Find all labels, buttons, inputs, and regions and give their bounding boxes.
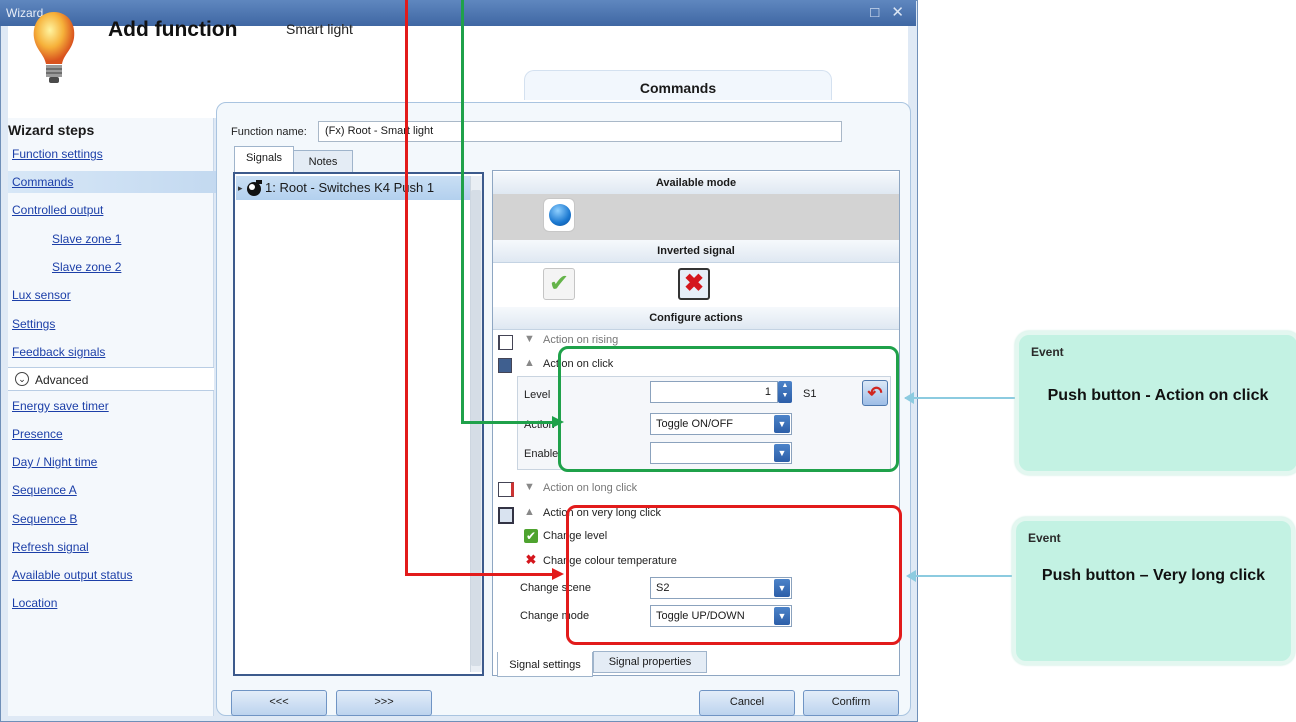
step-controlled-output[interactable]: Controlled output — [12, 199, 212, 221]
green-annotation-line — [461, 421, 553, 424]
step-slave-zone-2[interactable]: Slave zone 2 — [52, 256, 202, 278]
inverted-no-x-icon[interactable]: ✖ — [678, 268, 710, 300]
callout-action-on-click: Event Push button - Action on click — [1015, 331, 1296, 475]
step-refresh-signal[interactable]: Refresh signal — [12, 536, 212, 558]
signals-list[interactable] — [233, 172, 484, 676]
push-button-mode-icon[interactable] — [543, 198, 575, 232]
callout-event-label: Event — [1031, 345, 1064, 359]
step-commands[interactable]: Commands — [8, 171, 218, 193]
confirm-button[interactable]: Confirm — [803, 690, 899, 716]
step-settings[interactable]: Settings — [12, 313, 212, 335]
inverted-yes-check-icon[interactable]: ✔ — [543, 268, 575, 300]
function-name-input[interactable]: (Fx) Root - Smart light — [318, 121, 842, 142]
callout-text: Push button – Very long click — [1041, 567, 1266, 584]
enable-label: Enable — [524, 448, 559, 460]
chevron-down-icon: ⌄ — [15, 372, 29, 386]
step-energy-save-timer[interactable]: Energy save timer — [12, 395, 212, 417]
tab-commands[interactable]: Commands — [524, 70, 832, 100]
level-label: Level — [524, 389, 551, 401]
red-arrow-icon — [552, 568, 564, 580]
step-day-night-time[interactable]: Day / Night time — [12, 451, 212, 473]
step-presence[interactable]: Presence — [12, 423, 212, 445]
page-title: Add function — [108, 18, 238, 41]
green-annotation-line — [461, 0, 464, 424]
signal-list-item[interactable]: ▸ 1: Root - Switches K4 Push 1 — [236, 176, 470, 200]
callout-arrow-icon — [904, 392, 914, 404]
action-on-long-click-label: Action on long click — [543, 482, 638, 494]
step-location[interactable]: Location — [12, 592, 212, 614]
function-name-label: Function name: — [231, 126, 307, 138]
push-button-icon — [247, 180, 262, 196]
expand-arrow-icon: ▸ — [238, 183, 243, 193]
callout-very-long-click: Event Push button – Very long click — [1012, 517, 1295, 665]
step-sequence-b[interactable]: Sequence B — [12, 508, 212, 530]
red-annotation-line — [405, 573, 555, 576]
next-button[interactable]: >>> — [336, 690, 432, 716]
signal-name: 1: Root - Switches K4 Push 1 — [265, 180, 435, 195]
wizard-steps-title: Wizard steps — [8, 122, 95, 138]
step-function-settings[interactable]: Function settings — [12, 143, 212, 165]
red-annotation-line — [405, 0, 408, 576]
callout-connector — [908, 575, 1016, 577]
window-controls[interactable]: □ ✕ — [870, 3, 908, 21]
collapse-very-long-click-icon[interactable]: ▲ — [524, 506, 535, 518]
tab-signal-properties[interactable]: Signal properties — [593, 651, 707, 673]
change-level-checkbox[interactable]: ✔ — [524, 529, 538, 543]
change-colour-checkbox[interactable]: ✖ — [524, 553, 538, 567]
cancel-button[interactable]: Cancel — [699, 690, 795, 716]
callout-arrow-icon — [906, 570, 916, 582]
very-long-click-icon — [498, 507, 514, 524]
click-icon — [498, 358, 512, 373]
collapse-click-icon[interactable]: ▲ — [524, 357, 535, 369]
step-available-output-status[interactable]: Available output status — [12, 564, 212, 586]
advanced-toggle[interactable]: ⌄ Advanced — [8, 367, 214, 391]
callout-text: Push button - Action on click — [1047, 387, 1269, 404]
red-highlight-box — [566, 505, 902, 645]
page-subtitle: Smart light — [286, 21, 353, 37]
inverted-signal-header: Inverted signal — [493, 240, 899, 263]
callout-event-label: Event — [1028, 531, 1061, 545]
expand-rising-icon[interactable]: ▼ — [524, 333, 535, 345]
step-lux-sensor[interactable]: Lux sensor — [12, 284, 212, 306]
action-on-rising-label: Action on rising — [543, 334, 619, 346]
tab-signal-settings[interactable]: Signal settings — [497, 652, 593, 677]
available-mode-header: Available mode — [493, 172, 899, 195]
rising-edge-icon — [498, 335, 513, 350]
configure-actions-header: Configure actions — [493, 307, 899, 330]
step-sequence-a[interactable]: Sequence A — [12, 479, 212, 501]
green-highlight-box — [558, 346, 899, 472]
step-feedback-signals[interactable]: Feedback signals — [12, 341, 212, 363]
tab-notes[interactable]: Notes — [293, 150, 353, 172]
light-bulb-icon — [30, 8, 78, 88]
callout-connector — [905, 397, 1017, 399]
step-slave-zone-1[interactable]: Slave zone 1 — [52, 228, 202, 250]
advanced-label: Advanced — [35, 373, 89, 387]
long-click-icon — [498, 482, 514, 497]
tab-signals[interactable]: Signals — [234, 146, 294, 172]
expand-long-click-icon[interactable]: ▼ — [524, 481, 535, 493]
scroll-thumb[interactable] — [471, 190, 481, 666]
previous-button[interactable]: <<< — [231, 690, 327, 716]
